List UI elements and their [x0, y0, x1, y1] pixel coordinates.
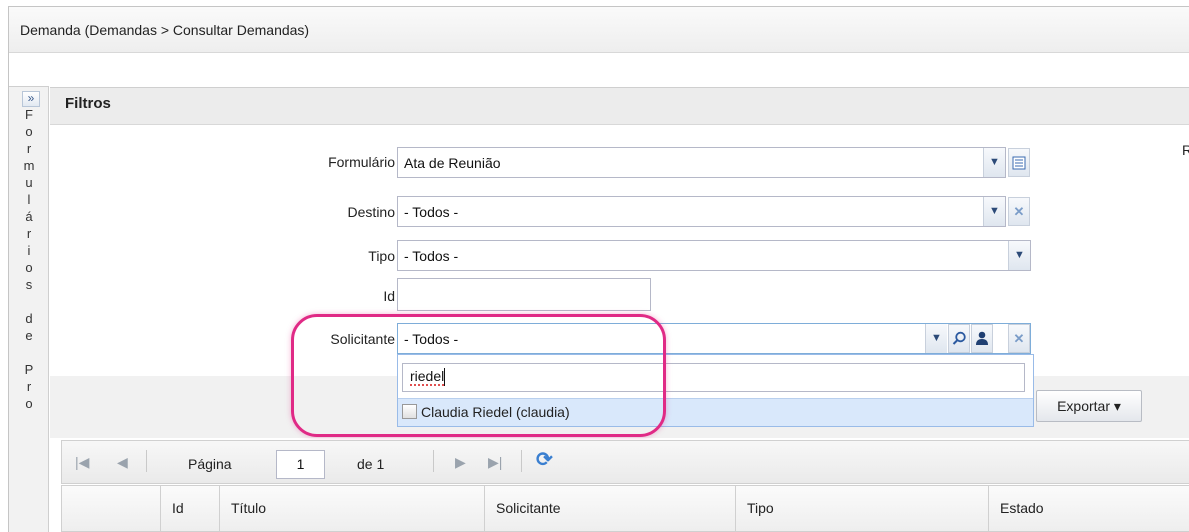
tipo-combo[interactable]	[397, 240, 1031, 271]
truncated-label: R	[1182, 142, 1189, 158]
page-label: Página	[188, 456, 232, 472]
formulario-value: Ata de Reunião	[404, 155, 501, 171]
column-divider	[484, 485, 485, 532]
chevron-down-icon[interactable]: ▼	[925, 324, 947, 353]
clear-icon[interactable]: ✕	[1008, 324, 1030, 353]
separator	[146, 450, 147, 472]
separator	[433, 450, 434, 472]
column-divider	[160, 485, 161, 532]
search-icon[interactable]	[948, 324, 970, 353]
tipo-value: - Todos -	[404, 248, 459, 264]
page-input[interactable]: 1	[276, 450, 325, 479]
next-page-icon[interactable]: ▶	[455, 454, 466, 471]
user-icon[interactable]	[971, 324, 993, 353]
column-header-estado[interactable]: Estado	[1000, 500, 1044, 516]
column-divider	[735, 485, 736, 532]
highlight-annotation	[291, 314, 666, 437]
destino-label: Destino	[347, 204, 395, 220]
formulario-label: Formulário	[328, 154, 395, 170]
chevron-down-icon[interactable]: ▼	[983, 148, 1005, 177]
column-header-titulo[interactable]: Título	[231, 500, 266, 516]
column-header-solicitante[interactable]: Solicitante	[496, 500, 561, 516]
filters-title: Filtros	[65, 95, 111, 112]
clear-icon[interactable]: ✕	[1008, 197, 1030, 226]
refresh-icon[interactable]: ⟳	[536, 447, 553, 472]
chevron-down-icon[interactable]: ▼	[1008, 241, 1030, 270]
id-label: Id	[383, 288, 395, 304]
id-input[interactable]	[397, 278, 651, 311]
first-page-icon[interactable]: |◀	[75, 454, 89, 471]
prev-page-icon[interactable]: ◀	[117, 454, 128, 471]
export-button[interactable]: Exportar ▾	[1036, 390, 1142, 422]
expand-sidebar-button[interactable]: »	[22, 91, 40, 107]
filters-header[interactable]	[50, 87, 1189, 125]
spacer	[9, 54, 1189, 85]
page-title: Demanda (Demandas > Consultar Demandas)	[20, 22, 310, 38]
destino-combo[interactable]	[397, 196, 1006, 227]
tipo-label: Tipo	[368, 248, 395, 264]
column-header-id[interactable]: Id	[172, 500, 184, 516]
page-count: de 1	[357, 456, 385, 472]
list-icon[interactable]	[1008, 148, 1030, 177]
separator	[521, 450, 522, 472]
sidebar-vertical-title: F o r m u l á r i o s d e P r o	[23, 107, 35, 411]
last-page-icon[interactable]: ▶|	[488, 454, 502, 471]
chevron-down-icon[interactable]: ▼	[983, 197, 1005, 226]
destino-value: - Todos -	[404, 204, 459, 220]
column-header-tipo[interactable]: Tipo	[747, 500, 774, 516]
column-divider	[988, 485, 989, 532]
column-divider	[219, 485, 220, 532]
